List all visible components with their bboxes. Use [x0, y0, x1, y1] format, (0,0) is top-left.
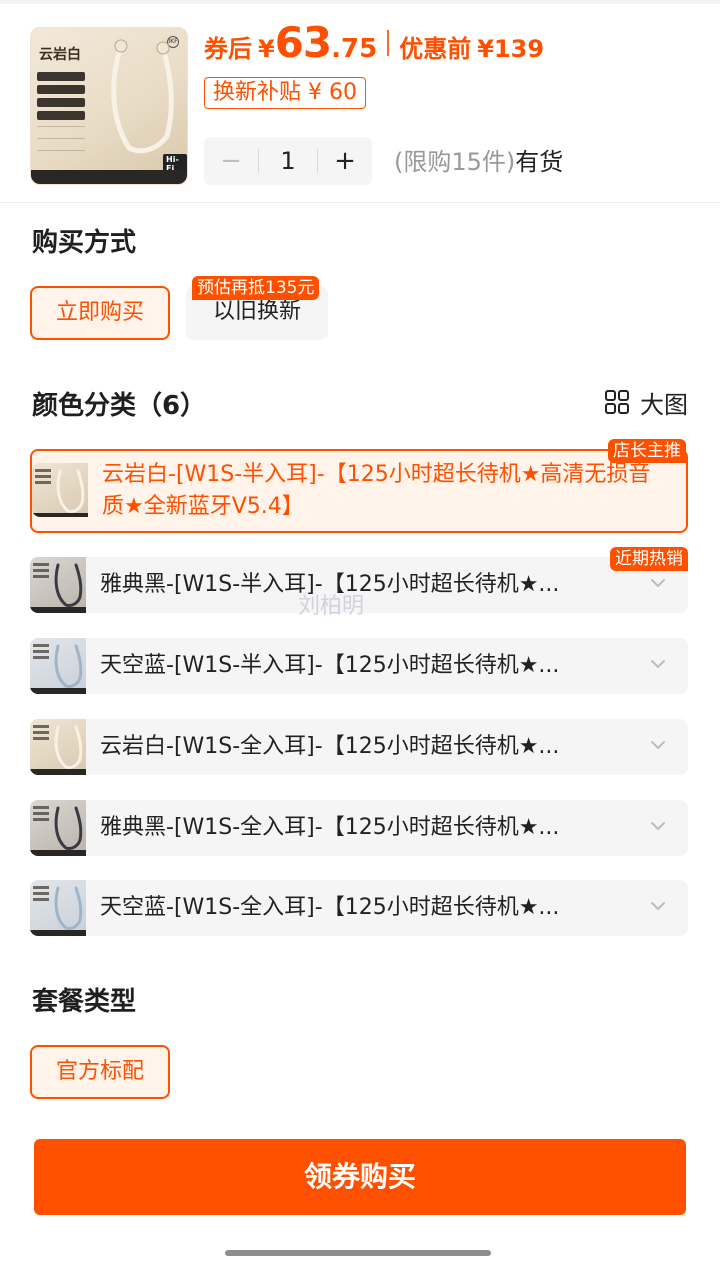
price-integer: 63 — [274, 18, 332, 67]
color-option-label: 云岩白-[W1S-半入耳]-【125小时超长待机★高清无损音质★全新蓝牙V5.4… — [102, 462, 651, 519]
quantity-value[interactable]: 1 — [259, 147, 317, 175]
chevron-down-icon[interactable] — [648, 654, 668, 674]
coupon-buy-button[interactable]: 领券购买 — [34, 1139, 686, 1215]
price-separator — [387, 30, 390, 56]
color-option-label: 天空蓝-[W1S-全入耳]-【125小时超长待机★... — [100, 895, 560, 920]
big-image-label: 大图 — [640, 390, 688, 419]
neckband-earphone-icon — [30, 886, 86, 936]
color-option-thumbnail — [30, 719, 86, 775]
neckband-earphone-icon — [30, 725, 86, 775]
color-option[interactable]: 云岩白-[W1S-半入耳]-【125小时超长待机★高清无损音质★全新蓝牙V5.4… — [30, 439, 688, 533]
color-option[interactable]: 雅典黑-[W1S-全入耳]-【125小时超长待机★... — [30, 800, 688, 856]
color-option-label: 雅典黑-[W1S-全入耳]-【125小时超长待机★... — [100, 815, 560, 840]
color-option[interactable]: 云岩白-[W1S-全入耳]-【125小时超长待机★... — [30, 719, 688, 775]
option-buy-now[interactable]: 立即购买 — [30, 286, 170, 340]
chevron-down-icon[interactable] — [648, 896, 668, 916]
neckband-earphone-icon — [111, 39, 174, 154]
thumbnail-feature-row — [37, 111, 85, 120]
price-line: 券后 ¥ 63 .75 优惠前 ¥139 — [204, 18, 544, 68]
stock-status: 有货 — [515, 148, 564, 176]
price-before-value: ¥139 — [477, 35, 545, 63]
currency-symbol: ¥ — [258, 35, 275, 63]
color-option-thumbnail — [30, 880, 86, 936]
thumbnail-feature-row — [37, 138, 85, 146]
product-thumbnail[interactable]: IKF 云岩白 Hi-Fi — [30, 27, 188, 185]
thumbnail-feature-row — [37, 150, 85, 158]
color-category-title: 颜色分类（6） — [32, 391, 207, 421]
thumbnail-feature-row — [37, 72, 85, 81]
color-option-thumbnail — [30, 800, 86, 856]
stock-info: (限购15件)有货 — [394, 142, 563, 182]
top-divider — [0, 0, 720, 4]
section-divider — [0, 202, 720, 203]
color-option-tag: 近期热销 — [610, 547, 688, 571]
increase-quantity-button[interactable]: + — [318, 137, 372, 185]
price-before-label: 优惠前 — [399, 35, 472, 63]
big-image-toggle[interactable]: 大图 — [604, 386, 688, 419]
price-decimal: .75 — [331, 34, 378, 64]
chevron-down-icon[interactable] — [648, 573, 668, 593]
color-option-label: 天空蓝-[W1S-半入耳]-【125小时超长待机★... — [100, 653, 560, 678]
thumbnail-footer-bar — [31, 170, 187, 184]
color-option-label: 云岩白-[W1S-全入耳]-【125小时超长待机★... — [100, 734, 560, 759]
color-option-thumbnail — [32, 463, 88, 517]
thumbnail-feature-row — [37, 126, 85, 134]
subsidy-tag: 换新补贴 ¥ 60 — [204, 77, 366, 109]
color-option[interactable]: 天空蓝-[W1S-半入耳]-【125小时超长待机★... — [30, 638, 688, 694]
neckband-earphone-icon — [30, 563, 86, 613]
neckband-earphone-icon — [32, 469, 88, 517]
option-official-standard[interactable]: 官方标配 — [30, 1045, 170, 1099]
thumbnail-feature-row — [37, 98, 85, 107]
quantity-stepper: − 1 + — [204, 137, 372, 185]
grid-icon — [605, 390, 629, 414]
color-option-thumbnail — [30, 638, 86, 694]
decrease-quantity-button[interactable]: − — [204, 137, 258, 185]
chevron-down-icon[interactable] — [648, 816, 668, 836]
price-after-label: 券后 — [204, 35, 252, 63]
trade-in-estimate-tag: 预估再抵135元 — [192, 276, 320, 300]
neckband-earphone-icon — [30, 644, 86, 694]
chevron-down-icon[interactable] — [648, 735, 668, 755]
color-option-thumbnail — [30, 557, 86, 613]
purchase-limit: (限购15件) — [394, 148, 516, 176]
thumbnail-title: 云岩白 — [39, 47, 81, 63]
purchase-method-title: 购买方式 — [32, 228, 137, 258]
color-option[interactable]: 天空蓝-[W1S-全入耳]-【125小时超长待机★... — [30, 880, 688, 936]
home-indicator — [225, 1250, 491, 1256]
watermark: 刘柏明 — [298, 594, 365, 619]
package-type-title: 套餐类型 — [32, 987, 137, 1017]
thumbnail-feature-row — [37, 85, 85, 94]
neckband-earphone-icon — [30, 806, 86, 856]
color-option-tag: 店长主推 — [608, 439, 686, 463]
